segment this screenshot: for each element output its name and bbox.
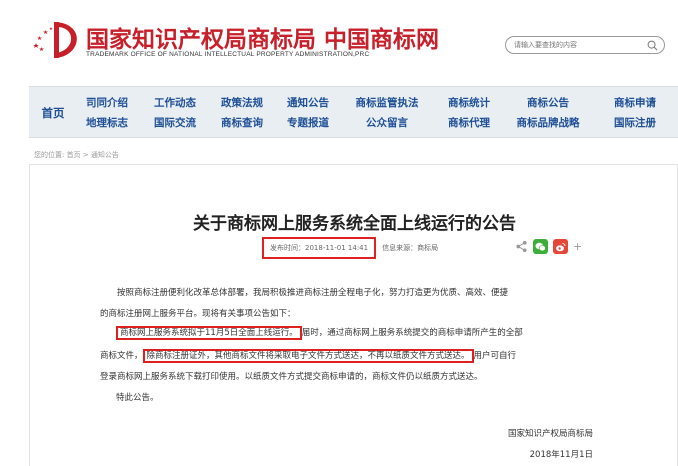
article-meta: 发布时间：2018-11-01 14:41 信息来源：商标局 — [262, 237, 438, 259]
nav-link[interactable]: 通知公告 — [287, 93, 329, 113]
nav-link[interactable]: 商标代理 — [448, 113, 490, 133]
share-bar: + — [515, 239, 582, 254]
nav-item-application[interactable]: 商标申请 国际注册 — [606, 87, 664, 139]
site-title: 国家知识产权局商标局 中国商标网 — [86, 26, 440, 53]
nav-home-label: 首页 — [41, 106, 65, 120]
paragraph-2: 商标网上服务系统拟于11月5日全面上线运行。 届时，通过商标网上服务系统提交的商标… — [116, 323, 621, 345]
paragraph-2-line2: 商标文件， 除商标注册证外，其他商标文件将采取电子文件方式送达，不再以纸质文件方式… — [100, 346, 605, 368]
publish-date: 2018年11月1日 — [529, 450, 593, 460]
wechat-icon[interactable] — [533, 239, 548, 254]
nav-link[interactable]: 政策法规 — [221, 93, 263, 113]
nav-link[interactable]: 国际交流 — [154, 113, 196, 133]
nav-link[interactable]: 专题报道 — [287, 113, 329, 133]
nav-item-notice[interactable]: 通知公告 专题报道 — [282, 87, 334, 139]
site-subtitle: TRADEMARK OFFICE OF NATIONAL INTELLECTUA… — [86, 51, 370, 58]
paragraph-text: 用户可自行 — [473, 351, 517, 361]
search-icon[interactable] — [647, 40, 658, 51]
paragraph-text: 登录商标网上服务系统下载打印使用。以纸质文件方式提交商标申请的，商标文件仍以纸质… — [100, 372, 483, 382]
nav-home[interactable]: 首页 — [29, 87, 77, 139]
nav-link[interactable]: 公众留言 — [366, 113, 408, 133]
search-input[interactable] — [514, 39, 639, 51]
paragraph-text: 按照商标注册便利化改革总体部署，我局积极推进商标注册全程电子化，努力打造更为优质… — [117, 288, 509, 298]
share-icon[interactable] — [515, 240, 528, 253]
nav-item-announcement[interactable]: 商标公告 商标品牌战略 — [510, 87, 586, 139]
nav-item-statistics[interactable]: 商标统计 商标代理 — [443, 87, 495, 139]
paragraph-text: 届时，通过商标网上服务系统提交的商标申请所产生的全部 — [301, 328, 523, 338]
search-box[interactable] — [505, 36, 665, 54]
paragraph-text: 的商标注册网上服务平台。现将有关事项公告如下： — [100, 309, 296, 319]
nav-link[interactable]: 商标统计 — [448, 93, 490, 113]
paragraph-2-line3: 登录商标网上服务系统下载打印使用。以纸质文件方式提交商标申请的，商标文件仍以纸质… — [100, 367, 605, 389]
nav-link[interactable]: 工作动态 — [154, 93, 196, 113]
paragraph-text: 商标文件， — [100, 351, 143, 361]
info-source: 信息来源：商标局 — [382, 244, 439, 252]
nav-link[interactable]: 地理标志 — [86, 113, 128, 133]
nav-link[interactable]: 商标查询 — [221, 113, 263, 133]
nav-item-news[interactable]: 工作动态 国际交流 — [149, 87, 201, 139]
signature: 国家知识产权局商标局 — [507, 429, 593, 439]
nav-item-about[interactable]: 司同介绍 地理标志 — [81, 87, 133, 139]
nav-link[interactable]: 商标申请 — [614, 93, 656, 113]
plus-icon[interactable]: + — [573, 240, 582, 253]
nav-link[interactable]: 商标公告 — [527, 93, 569, 113]
nav-item-enforcement[interactable]: 商标监管执法 公众留言 — [351, 87, 423, 139]
article-title: 关于商标网上服务系统全面上线运行的公告 — [193, 214, 516, 234]
breadcrumb[interactable]: 您的位置: 首页 > 通知公告 — [34, 150, 119, 160]
nav-link[interactable]: 商标品牌战略 — [517, 113, 580, 133]
nav-link[interactable]: 商标监管执法 — [356, 93, 419, 113]
logo-emblem[interactable] — [30, 18, 80, 62]
highlight-launch-date: 商标网上服务系统拟于11月5日全面上线运行。 — [116, 326, 302, 340]
highlight-electronic-delivery: 除商标注册证外，其他商标文件将采取电子文件方式送达，不再以纸质文件方式送达。 — [142, 349, 474, 363]
paragraph-text: 特此公告。 — [116, 393, 159, 403]
paragraph-3: 特此公告。 — [116, 388, 621, 410]
paragraph-1: 按照商标注册便利化改革总体部署，我局积极推进商标注册全程电子化，努力打造更为优质… — [100, 283, 605, 305]
publish-time: 发布时间：2018-11-01 14:41 — [262, 237, 377, 259]
main-nav: 首页 司同介绍 地理标志 工作动态 国际交流 政策法规 商标查询 通知公告 专题… — [29, 86, 678, 138]
nav-item-policy[interactable]: 政策法规 商标查询 — [216, 87, 268, 139]
nav-link[interactable]: 国际注册 — [614, 113, 656, 133]
site-header: 国家知识产权局商标局 中国商标网 TRADEMARK OFFICE OF NAT… — [0, 0, 678, 82]
weibo-icon[interactable] — [553, 239, 568, 254]
nav-link[interactable]: 司同介绍 — [86, 93, 128, 113]
article-panel: 关于商标网上服务系统全面上线运行的公告 发布时间：2018-11-01 14:4… — [29, 164, 678, 466]
